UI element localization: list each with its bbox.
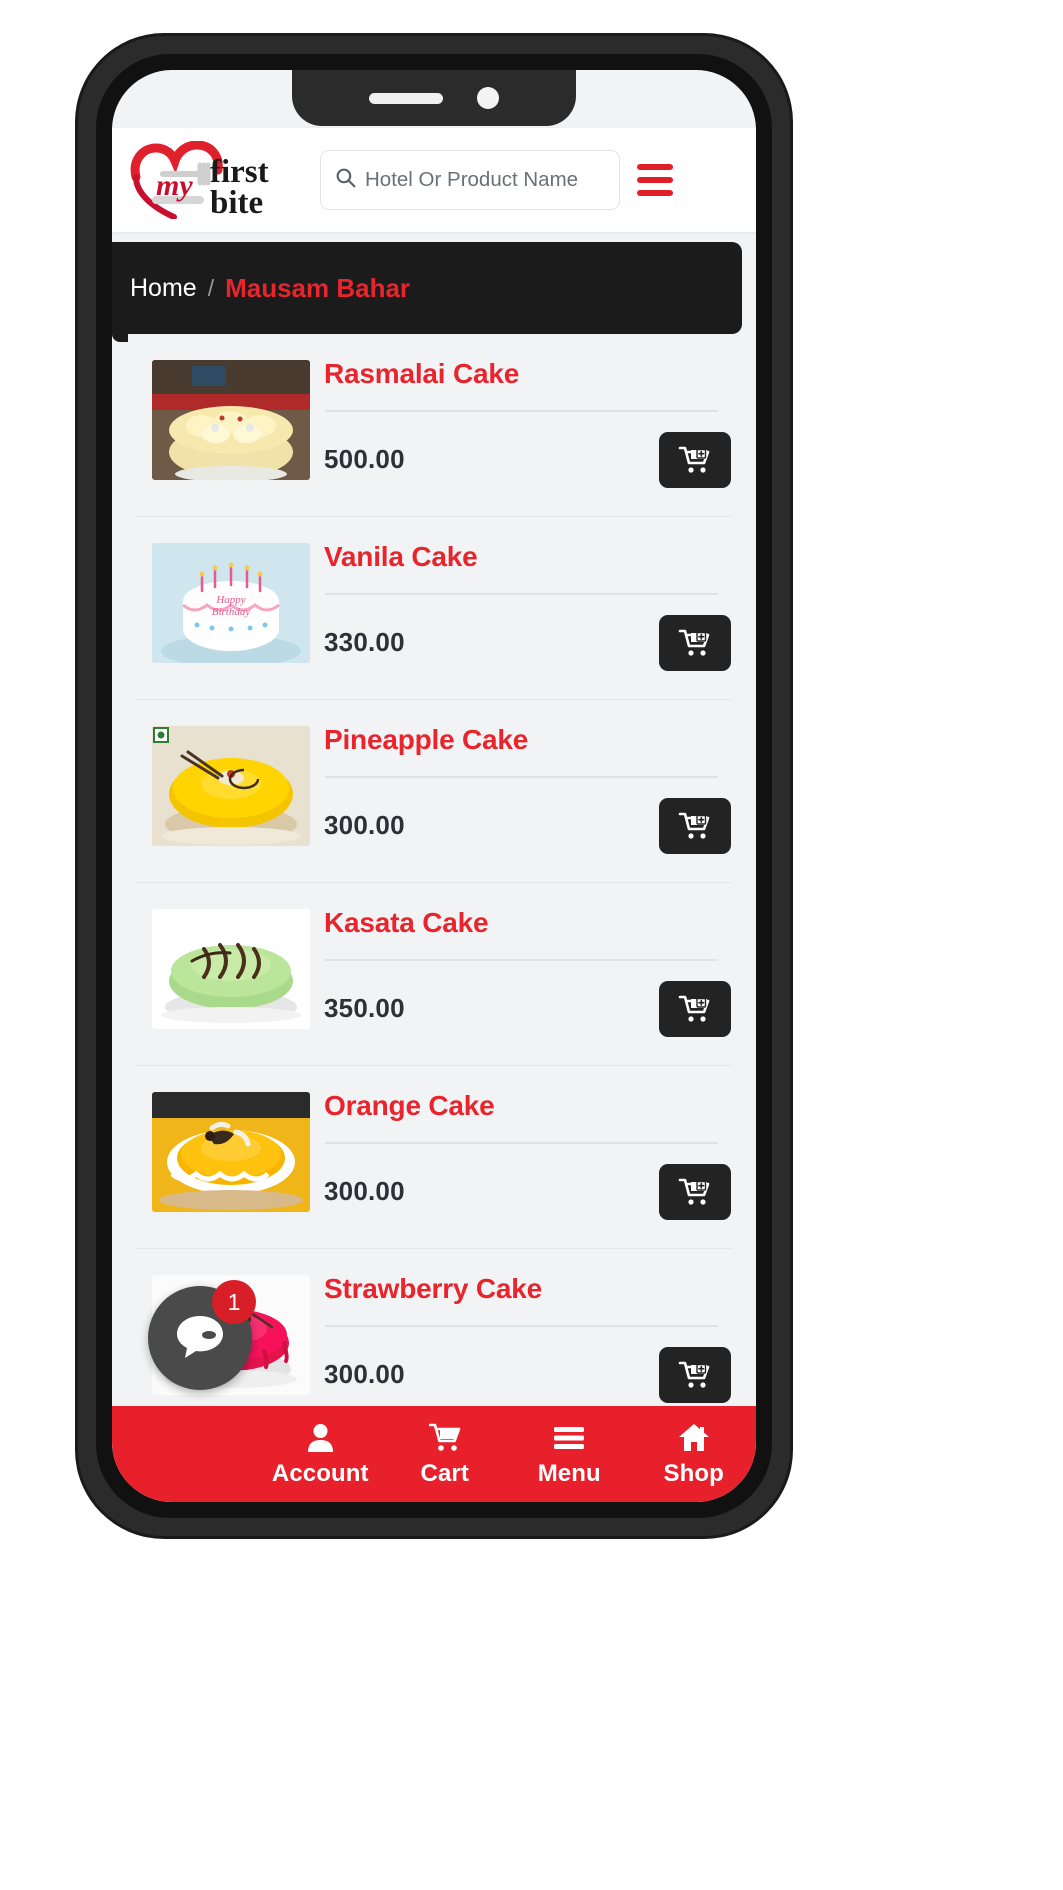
search-input[interactable] (365, 168, 605, 192)
product-footer: 300.00 (324, 797, 732, 854)
screenshot-root: my first bite Hotel Or Product Name Home… (0, 0, 1063, 1890)
product-row[interactable]: Orange Cake 300.00 (136, 1066, 732, 1249)
product-thumbnail[interactable] (152, 360, 310, 480)
svg-text:my: my (156, 169, 193, 202)
add-to-cart-button[interactable] (659, 797, 731, 854)
product-name[interactable]: Strawberry Cake (324, 1273, 732, 1305)
cart-plus-icon (678, 446, 710, 473)
bottom-nav-item-menu[interactable]: Menu (507, 1421, 632, 1488)
bottom-nav-item-cart[interactable]: Cart (383, 1421, 508, 1488)
product-thumbnail[interactable] (152, 1091, 310, 1212)
cart-plus-icon (678, 812, 710, 839)
svg-text:bite: bite (210, 185, 263, 219)
cart-plus-icon (678, 629, 710, 656)
product-divider (325, 776, 718, 778)
product-footer: 330.00 (324, 614, 732, 671)
product-price: 300.00 (324, 1176, 405, 1207)
bottom-nav-label: Cart (420, 1459, 469, 1487)
add-to-cart-button[interactable] (659, 980, 731, 1037)
add-to-cart-button[interactable] (659, 1346, 731, 1403)
breadcrumb-current: Mausam Bahar (225, 272, 411, 303)
app-header: my first bite (112, 128, 756, 232)
bottom-nav-item-shop[interactable]: Shop (632, 1421, 757, 1488)
product-name[interactable]: Kasata Cake (324, 907, 732, 939)
hamburger-icon-bar (637, 190, 673, 196)
add-to-cart-button[interactable] (659, 614, 731, 671)
chat-widget-button[interactable]: 1 (148, 1280, 256, 1390)
product-price: 500.00 (324, 444, 405, 475)
hamburger-icon-bar (637, 164, 673, 170)
breadcrumb-home-link[interactable]: Home (130, 274, 197, 303)
product-info: Pineapple Cake 300.00 (324, 718, 732, 854)
bottom-nav-label: Menu (537, 1459, 601, 1487)
front-camera (477, 87, 499, 109)
product-row[interactable]: Kasata Cake 350.00 (136, 883, 732, 1066)
user-icon (307, 1421, 334, 1455)
earpiece-speaker (369, 92, 443, 104)
svg-text:Happy: Happy (215, 594, 245, 606)
shopping-cart-icon (428, 1421, 461, 1455)
bottom-nav-label: Account (271, 1459, 369, 1487)
product-price: 350.00 (324, 993, 405, 1024)
product-footer: 350.00 (324, 980, 732, 1037)
hamburger-icon-bar (637, 177, 673, 183)
product-price: 300.00 (324, 1359, 405, 1390)
bottom-navigation-bar: Account Cart Menu Shop (112, 1406, 756, 1502)
hamburger-icon (553, 1421, 585, 1455)
phone-notch (292, 70, 576, 126)
home-icon (678, 1421, 710, 1455)
product-row[interactable]: Happy Birthday Vanila Cake 330.00 (136, 517, 732, 700)
product-divider (325, 593, 718, 595)
product-name[interactable]: Rasmalai Cake (324, 358, 732, 390)
breadcrumb-wrapper: Home / Mausam Bahar (112, 242, 756, 342)
add-to-cart-button[interactable] (659, 1163, 731, 1220)
product-info: Vanila Cake 330.00 (324, 535, 732, 671)
product-footer: 300.00 (324, 1346, 732, 1403)
product-row[interactable]: Pineapple Cake 300.00 (136, 700, 732, 883)
product-info: Strawberry Cake 300.00 (324, 1267, 732, 1403)
product-divider (325, 1325, 718, 1327)
product-divider (325, 1142, 718, 1144)
product-footer: 500.00 (324, 431, 732, 488)
product-info: Kasata Cake 350.00 (324, 901, 732, 1037)
product-divider (325, 410, 718, 412)
breadcrumb: Home / Mausam Bahar (112, 242, 742, 342)
cart-plus-icon (678, 1361, 710, 1388)
chat-unread-badge: 1 (212, 1280, 256, 1324)
cart-plus-icon (678, 1178, 710, 1205)
product-price: 330.00 (324, 627, 405, 658)
bottom-nav-item-account[interactable]: Account (258, 1421, 383, 1488)
search-icon (335, 167, 356, 193)
search-box[interactable] (320, 150, 620, 210)
product-name[interactable]: Vanila Cake (324, 541, 732, 573)
phone-screen: my first bite Hotel Or Product Name Home… (112, 70, 756, 1502)
product-price: 300.00 (324, 810, 405, 841)
product-info: Orange Cake 300.00 (324, 1084, 732, 1220)
cart-plus-icon (678, 995, 710, 1022)
product-footer: 300.00 (324, 1163, 732, 1220)
product-info: Rasmalai Cake 500.00 (324, 352, 732, 488)
brand-logo[interactable]: my first bite (130, 141, 310, 219)
product-row[interactable]: Rasmalai Cake 500.00 (136, 334, 732, 517)
breadcrumb-separator: / (207, 274, 215, 301)
product-divider (325, 959, 718, 961)
product-name[interactable]: Orange Cake (324, 1090, 732, 1122)
product-name[interactable]: Pineapple Cake (324, 724, 732, 756)
header-menu-button[interactable] (628, 153, 682, 207)
bottom-nav-label: Shop (663, 1459, 724, 1487)
svg-text:Birthday: Birthday (212, 606, 251, 618)
product-thumbnail[interactable]: Happy Birthday (152, 542, 310, 663)
product-thumbnail[interactable] (152, 725, 310, 846)
add-to-cart-button[interactable] (659, 431, 731, 488)
product-thumbnail[interactable] (152, 908, 310, 1029)
